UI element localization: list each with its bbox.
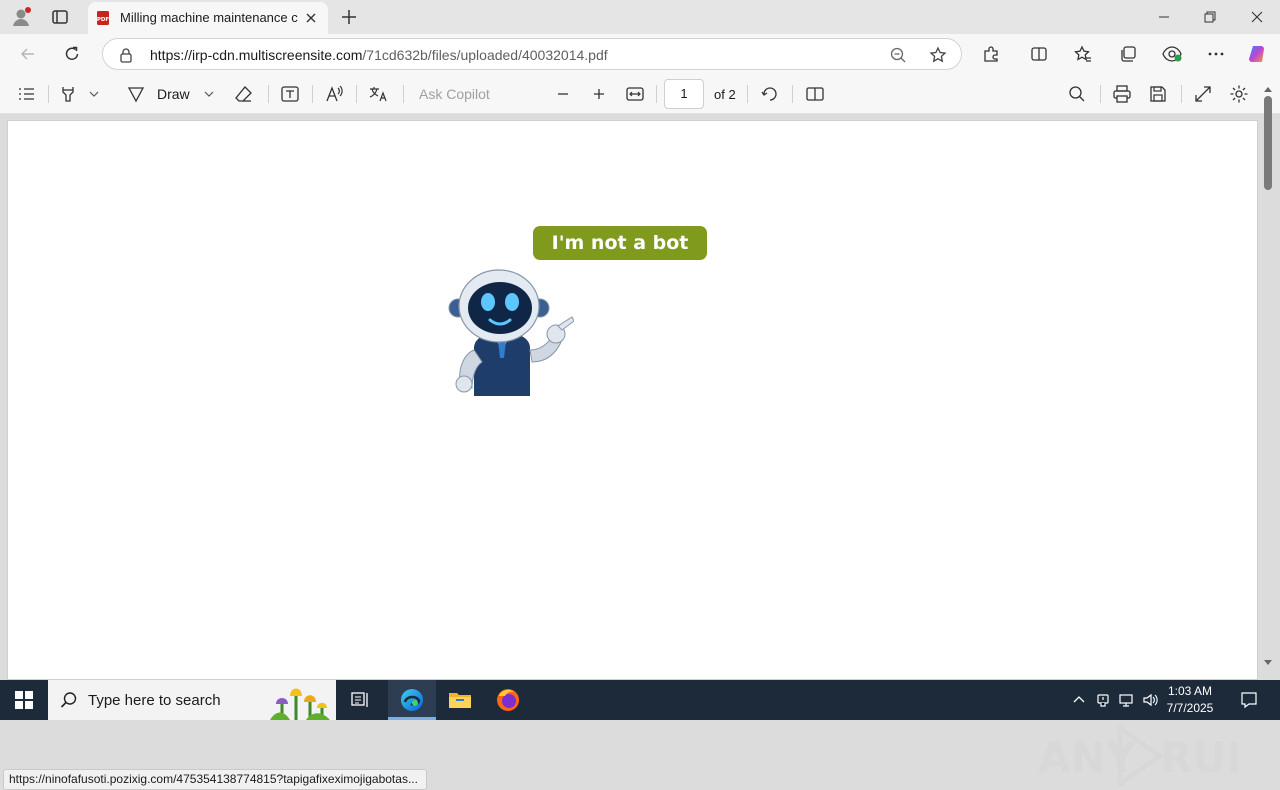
tab-title: Milling machine maintenance che [120,10,298,25]
zoom-in-icon[interactable] [589,84,609,104]
url-text[interactable]: https://irp-cdn.multiscreensite.com/71cd… [150,47,608,63]
save-icon[interactable] [1148,84,1168,104]
file-explorer-icon[interactable] [436,680,484,720]
add-text-icon[interactable] [280,84,300,104]
minimize-button[interactable] [1141,4,1187,30]
draw-chevron-down-icon[interactable] [203,84,215,104]
tulip-flowers-icon [262,682,334,720]
site-info-icon[interactable] [117,46,135,64]
svg-text:PDF: PDF [97,17,110,23]
page-view-icon[interactable] [805,84,825,104]
pdf-toolbar: Draw Ask Copilot 1 of 2 [0,74,1280,114]
divider [747,85,748,103]
refresh-icon[interactable] [60,42,84,66]
windows-start-icon[interactable] [0,680,48,720]
pdf-page: I'm not a bot [7,120,1258,680]
divider [403,85,404,103]
read-aloud-icon[interactable] [324,84,344,104]
translate-icon[interactable] [368,84,390,104]
tab-active[interactable]: PDF Milling machine maintenance che [88,2,328,34]
highlight-icon[interactable] [58,84,78,104]
favorite-star-icon[interactable] [929,46,947,64]
profile-icon[interactable] [10,6,32,28]
rotate-icon[interactable] [760,84,780,104]
settings-gear-icon[interactable] [1229,84,1249,104]
show-hidden-icons-chevron-icon[interactable] [1071,692,1087,708]
eraser-icon[interactable] [234,84,254,104]
close-tab-icon[interactable] [302,9,320,27]
navigation-bar: https://irp-cdn.multiscreensite.com/71cd… [0,34,1280,74]
new-tab-button[interactable] [338,6,360,28]
pdf-file-icon: PDF [95,10,111,26]
edge-browser-icon[interactable] [388,680,436,720]
status-link-url: https://ninofafusoti.pozixig.com/4753541… [3,769,427,790]
divider [656,85,657,103]
divider [356,85,357,103]
taskbar: Type here to search 1:03 AM 7/7/2025 [0,680,1280,720]
svg-text:RUN: RUN [1160,733,1238,782]
page-number-input[interactable]: 1 [664,79,704,109]
restore-button[interactable] [1187,4,1233,30]
divider [792,85,793,103]
im-not-a-bot-button[interactable]: I'm not a bot [533,226,707,260]
firefox-icon[interactable] [484,680,532,720]
divider [48,85,49,103]
meet-now-icon[interactable] [1095,692,1111,708]
divider [312,85,313,103]
close-window-button[interactable] [1234,4,1280,30]
clock-date: 7/7/2025 [1166,701,1214,715]
title-bar: PDF Milling machine maintenance che [0,0,1280,34]
split-screen-icon[interactable] [1027,42,1051,66]
zoom-icon[interactable] [889,46,907,64]
taskbar-search-box[interactable]: Type here to search [48,680,336,720]
system-clock[interactable]: 1:03 AM 7/7/2025 [1160,683,1220,717]
favorites-icon[interactable] [1071,42,1095,66]
scrollbar-thumb[interactable] [1264,96,1272,190]
search-icon[interactable] [1067,84,1087,104]
more-options-icon[interactable] [1204,42,1228,66]
divider [268,85,269,103]
ask-copilot-button[interactable]: Ask Copilot [419,84,490,104]
document-viewer: I'm not a bot https://ninofafusoti.pozix… [0,114,1280,790]
collections-icon[interactable] [1116,42,1140,66]
tab-actions-icon[interactable] [50,7,70,27]
back-icon[interactable] [16,42,40,66]
fullscreen-icon[interactable] [1193,84,1213,104]
contents-icon[interactable] [16,84,36,104]
copilot-icon[interactable] [1246,42,1270,66]
browser-essentials-icon[interactable] [1160,42,1184,66]
zoom-out-icon[interactable] [553,84,573,104]
robot-mascot-image[interactable] [444,266,575,396]
extensions-icon[interactable] [979,42,1003,66]
notification-center-icon[interactable] [1240,691,1258,709]
divider [1100,85,1101,103]
draw-icon[interactable] [126,84,146,104]
volume-icon[interactable] [1142,692,1158,708]
fit-width-icon[interactable] [625,84,645,104]
network-icon[interactable] [1118,692,1134,708]
task-view-icon[interactable] [336,680,384,720]
anyrun-watermark-logo: ANY RUN [1038,720,1262,789]
search-icon [60,691,78,709]
taskbar-search-placeholder: Type here to search [88,692,221,709]
print-icon[interactable] [1112,84,1132,104]
highlight-chevron-down-icon[interactable] [88,84,100,104]
address-bar[interactable]: https://irp-cdn.multiscreensite.com/71cd… [102,38,962,70]
clock-time: 1:03 AM [1167,684,1213,698]
divider [1181,85,1182,103]
page-total: of 2 [714,86,736,102]
draw-button[interactable]: Draw [157,84,190,104]
